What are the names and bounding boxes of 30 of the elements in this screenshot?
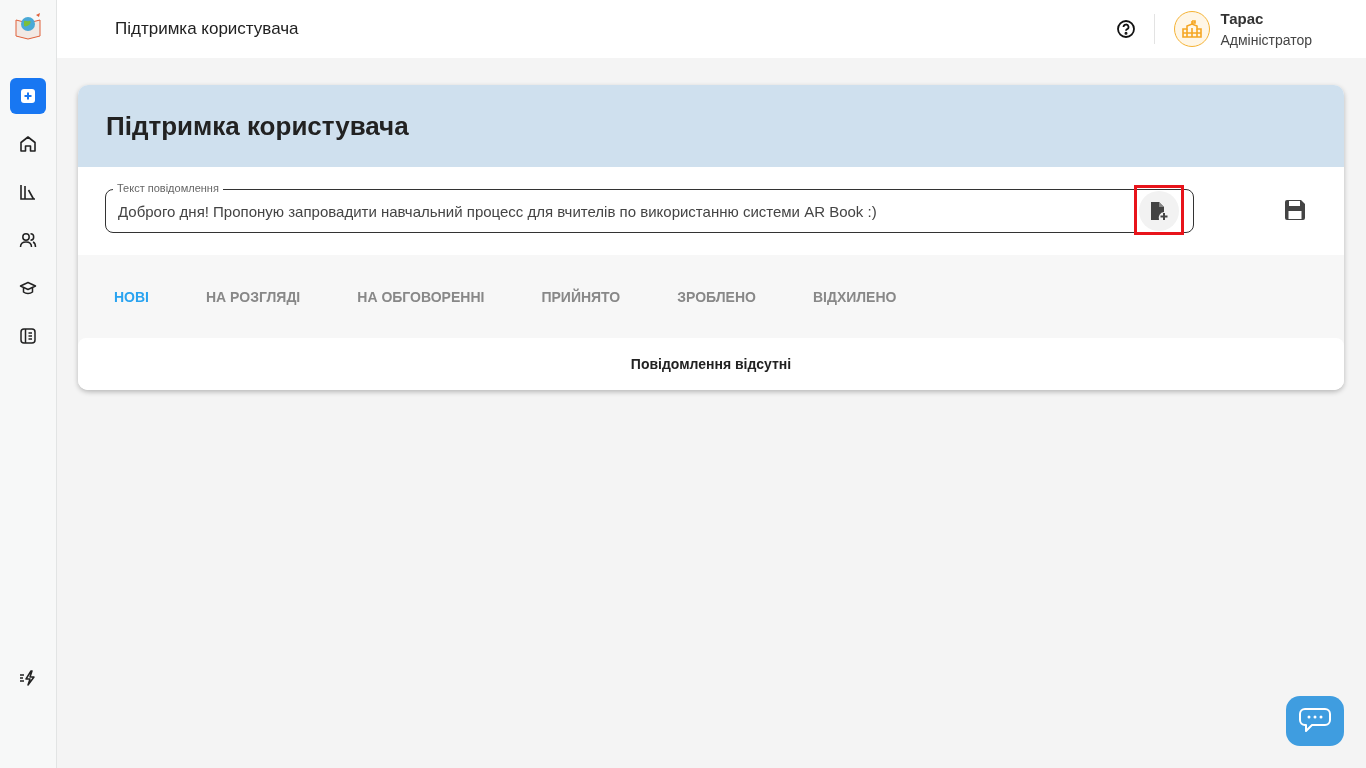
- add-icon: [21, 89, 35, 103]
- journal-icon: [19, 327, 37, 345]
- help-icon: [1116, 19, 1137, 39]
- status-tab[interactable]: НОВІ: [114, 282, 149, 311]
- status-tab[interactable]: НА ОБГОВОРЕННІ: [357, 282, 485, 311]
- status-tab[interactable]: ЗРОБЛЕНО: [677, 282, 756, 311]
- help-button[interactable]: [1116, 19, 1137, 39]
- save-icon: [1283, 198, 1307, 222]
- school-building-icon: [1182, 20, 1203, 38]
- card-title: Підтримка користувача: [106, 110, 409, 142]
- message-text: Доброго дня! Пропоную запровадити навчальний процесс для вчителів по використанню системи AR Book :): [118, 202, 878, 220]
- users-icon: [19, 231, 37, 249]
- user-role: Адміністратор: [1220, 32, 1312, 48]
- user-name: Тарас: [1220, 10, 1265, 27]
- books-icon: [19, 183, 37, 201]
- chat-button[interactable]: [1286, 696, 1344, 746]
- status-tab[interactable]: ВІДХИЛЕНО: [812, 282, 897, 311]
- globe-book-logo: [14, 12, 42, 40]
- bolt-icon: [19, 670, 37, 686]
- add-nav-button[interactable]: [10, 78, 46, 114]
- file-add-icon: [1149, 200, 1169, 222]
- chat-bubble-icon: [1299, 707, 1331, 735]
- field-label: Текст повідомлення: [113, 181, 223, 195]
- attach-file-button[interactable]: [1139, 191, 1179, 231]
- home-icon: [19, 135, 37, 153]
- status-tab[interactable]: ПРИЙНЯТО: [541, 282, 621, 311]
- status-tab[interactable]: НА РОЗГЛЯДІ: [206, 282, 301, 311]
- page-title: Підтримка користувача: [115, 19, 300, 39]
- empty-message: Повідомлення відсутні: [630, 356, 792, 372]
- graduation-cap-icon: [19, 279, 37, 297]
